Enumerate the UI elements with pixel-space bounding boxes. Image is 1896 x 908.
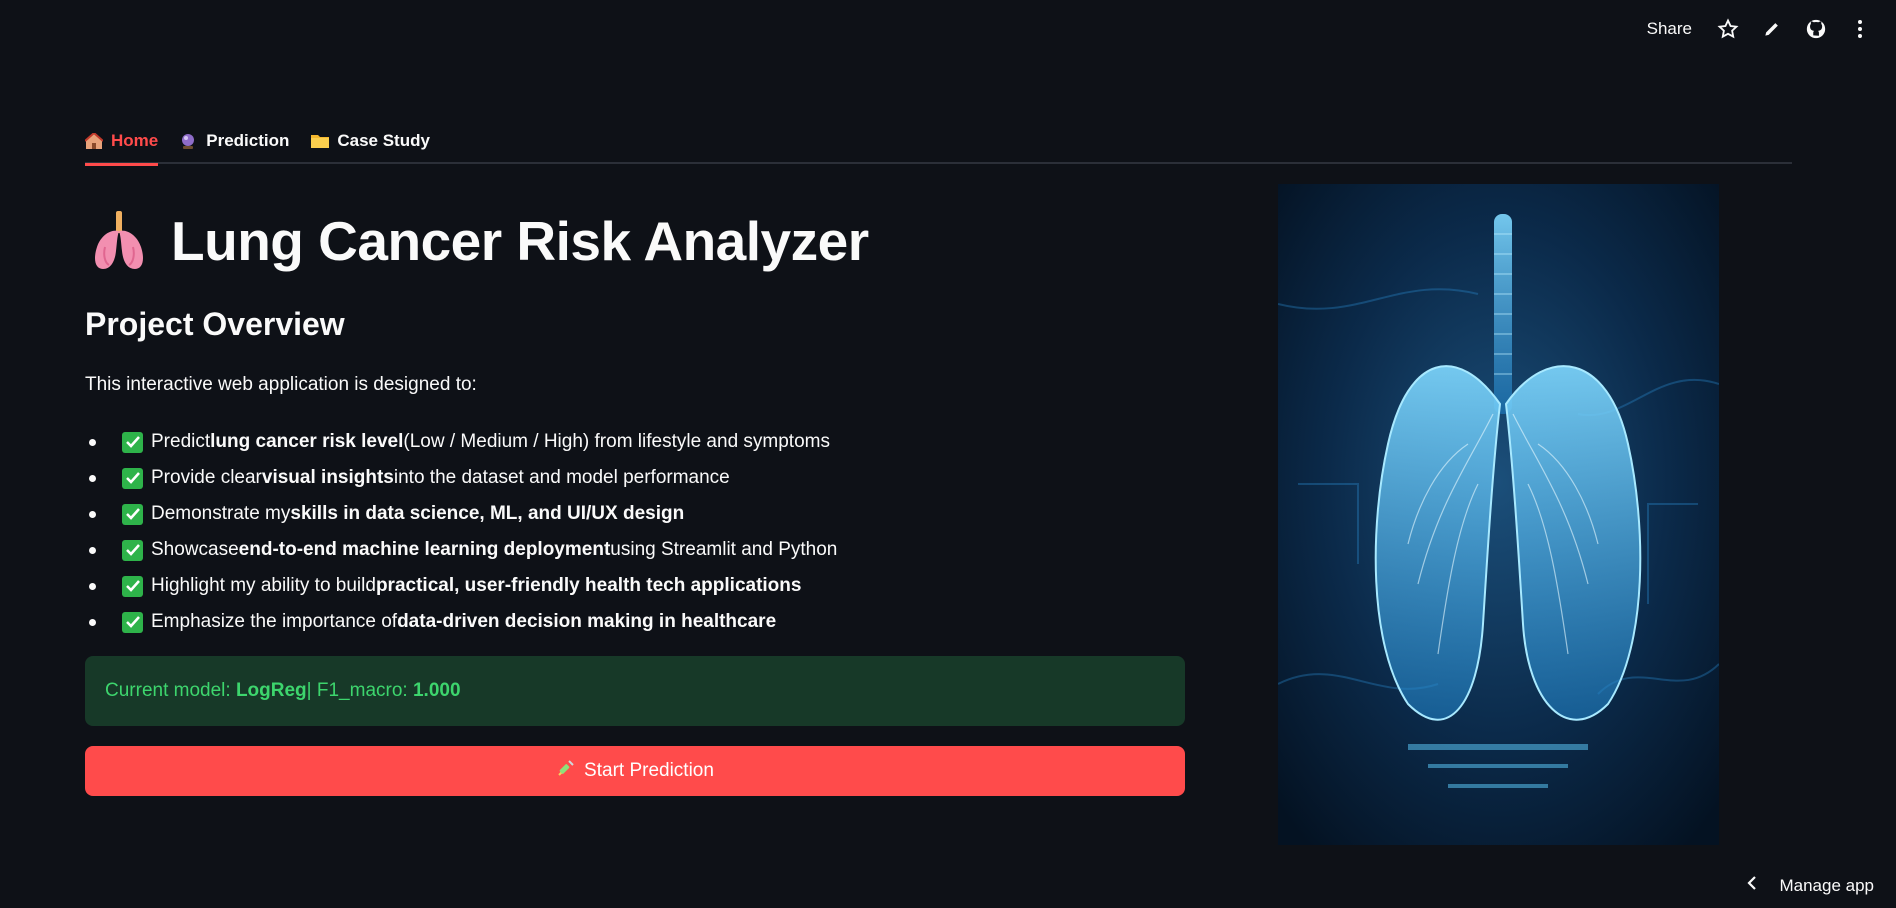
- manage-app-button[interactable]: Manage app: [1747, 875, 1874, 896]
- page-title: Lung Cancer Risk Analyzer: [171, 210, 869, 272]
- bullet-dot: [89, 438, 96, 446]
- section-heading: Project Overview: [85, 306, 345, 342]
- model-sep: | F1_macro:: [306, 680, 408, 701]
- list-item: Highlight my ability to build practical,…: [85, 568, 837, 604]
- list-item-text-pre: Highlight my ability to build: [151, 575, 376, 596]
- tab-case-study-label: Case Study: [337, 131, 430, 150]
- bullet-dot: [89, 546, 96, 554]
- tab-prediction-label: Prediction: [206, 131, 290, 150]
- intro-text: This interactive web application is desi…: [85, 374, 477, 395]
- list-item-text-post: (Low / Medium / High) from lifestyle and…: [403, 431, 830, 452]
- list-item-text-bold: visual insights: [261, 467, 394, 488]
- bullet-dot: [89, 474, 96, 482]
- lungs-illustration-image: [1278, 184, 1719, 845]
- star-icon[interactable]: [1706, 9, 1750, 49]
- list-item-text-pre: Provide clear: [151, 467, 262, 488]
- syringe-icon: [556, 758, 576, 784]
- list-item-text-pre: Showcase: [151, 539, 239, 560]
- model-status-alert: Current model: LogReg | F1_macro: 1.000: [85, 656, 1185, 726]
- check-icon: [122, 431, 143, 453]
- folder-icon: [311, 133, 330, 149]
- list-item: Predict lung cancer risk level (Low / Me…: [85, 424, 837, 460]
- lungs-icon: [85, 207, 153, 275]
- bullet-dot: [89, 618, 96, 626]
- check-icon: [122, 611, 143, 633]
- list-item-text-pre: Predict: [151, 431, 211, 452]
- tab-prediction[interactable]: Prediction: [180, 118, 289, 164]
- check-icon: [122, 575, 143, 597]
- tab-bar: Home Prediction Case Study: [84, 118, 1792, 166]
- model-score: 1.000: [412, 680, 461, 701]
- tab-home-label: Home: [111, 131, 159, 150]
- model-name: LogReg: [235, 680, 307, 701]
- list-item: Showcase end-to-end machine learning dep…: [85, 532, 837, 568]
- list-item-text-post: using Streamlit and Python: [610, 539, 838, 560]
- chevron-left-icon: [1747, 875, 1757, 896]
- list-item-text-bold: lung cancer risk level: [210, 431, 404, 452]
- model-prefix: Current model:: [105, 680, 231, 701]
- bullet-dot: [89, 582, 96, 590]
- list-item-text-bold: end-to-end machine learning deployment: [238, 539, 611, 560]
- list-item-text-pre: Demonstrate my: [151, 503, 291, 524]
- start-prediction-label: Start Prediction: [584, 760, 714, 781]
- check-icon: [122, 539, 143, 561]
- title-section: Lung Cancer Risk Analyzer: [85, 200, 1185, 282]
- crystal-ball-icon: [180, 133, 198, 149]
- tab-case-study[interactable]: Case Study: [311, 118, 430, 164]
- list-item: Demonstrate my skills in data science, M…: [85, 496, 837, 532]
- manage-app-label: Manage app: [1779, 875, 1874, 895]
- share-button[interactable]: Share: [1633, 13, 1706, 45]
- bullet-dot: [89, 510, 96, 518]
- house-icon: [84, 131, 104, 149]
- list-item-text-post: into the dataset and model performance: [393, 467, 730, 488]
- github-icon[interactable]: [1794, 9, 1838, 49]
- list-item-text-pre: Emphasize the importance of: [151, 611, 398, 632]
- list-item: Emphasize the importance of data-driven …: [85, 604, 837, 640]
- check-icon: [122, 467, 143, 489]
- pencil-icon[interactable]: [1750, 9, 1794, 49]
- start-prediction-button[interactable]: Start Prediction: [85, 746, 1185, 796]
- more-vertical-icon[interactable]: [1838, 9, 1882, 49]
- check-icon: [122, 503, 143, 525]
- tab-home[interactable]: Home: [84, 118, 159, 166]
- top-toolbar: Share: [1633, 0, 1896, 58]
- list-item-text-bold: skills in data science, ML, and UI/UX de…: [290, 503, 685, 524]
- list-item: Provide clear visual insights into the d…: [85, 460, 837, 496]
- list-item-text-bold: practical, user-friendly health tech app…: [375, 575, 802, 596]
- feature-list: Predict lung cancer risk level (Low / Me…: [85, 424, 837, 640]
- list-item-text-bold: data-driven decision making in healthcar…: [397, 611, 777, 632]
